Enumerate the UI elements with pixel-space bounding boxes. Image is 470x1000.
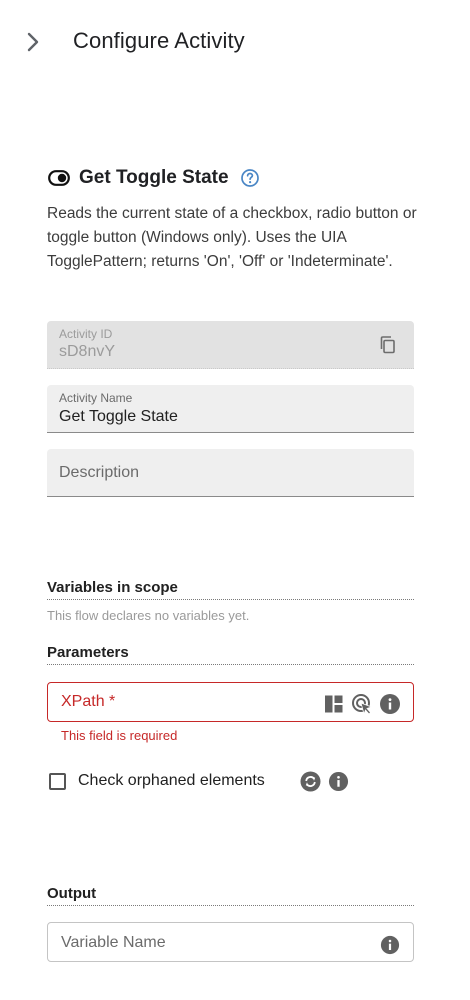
description-field[interactable]: Description — [47, 449, 414, 497]
activity-id-label: Activity ID — [59, 327, 113, 341]
info-icon[interactable] — [328, 771, 349, 792]
check-orphaned-label[interactable]: Check orphaned elements — [78, 772, 265, 790]
activity-id-value: sD8nvY — [59, 343, 116, 360]
output-section-title: Output — [47, 885, 414, 906]
description-placeholder: Description — [59, 464, 140, 481]
refresh-icon[interactable] — [300, 771, 321, 792]
variable-name-placeholder: Variable Name — [61, 934, 166, 951]
xpath-actions — [323, 693, 401, 716]
toggle-icon — [48, 170, 70, 186]
info-icon[interactable] — [380, 935, 400, 955]
parameters-section-title: Parameters — [47, 644, 414, 665]
xpath-input[interactable]: XPath * — [47, 682, 414, 722]
page-title: Configure Activity — [73, 28, 245, 53]
layout-icon[interactable] — [323, 693, 345, 715]
activity-name-label: Activity Name — [59, 391, 133, 405]
variable-name-input[interactable]: Variable Name — [47, 922, 414, 962]
check-orphaned-row: Check orphaned elements — [47, 770, 417, 794]
activity-description: Reads the current state of a checkbox, r… — [47, 205, 417, 270]
xpath-label: XPath * — [61, 693, 116, 710]
info-icon[interactable] — [379, 693, 401, 715]
help-circle-icon[interactable] — [240, 168, 260, 188]
activity-title: Get Toggle State — [79, 167, 229, 188]
xpath-error: This field is required — [61, 728, 178, 743]
check-orphaned-checkbox[interactable] — [49, 773, 66, 790]
copy-icon[interactable] — [378, 335, 398, 355]
panel-header: Configure Activity — [0, 0, 470, 84]
activity-name-field[interactable]: Activity Name Get Toggle State — [47, 385, 414, 433]
chevron-right-icon[interactable] — [22, 30, 44, 54]
variables-section-title: Variables in scope — [47, 579, 414, 600]
activity-heading: Get Toggle State — [47, 164, 417, 194]
target-pointer-icon[interactable] — [351, 693, 373, 716]
activity-name-value[interactable]: Get Toggle State — [59, 408, 178, 426]
activity-id-field: Activity ID sD8nvY — [47, 321, 414, 369]
no-variables-note: This flow declares no variables yet. — [47, 608, 250, 623]
